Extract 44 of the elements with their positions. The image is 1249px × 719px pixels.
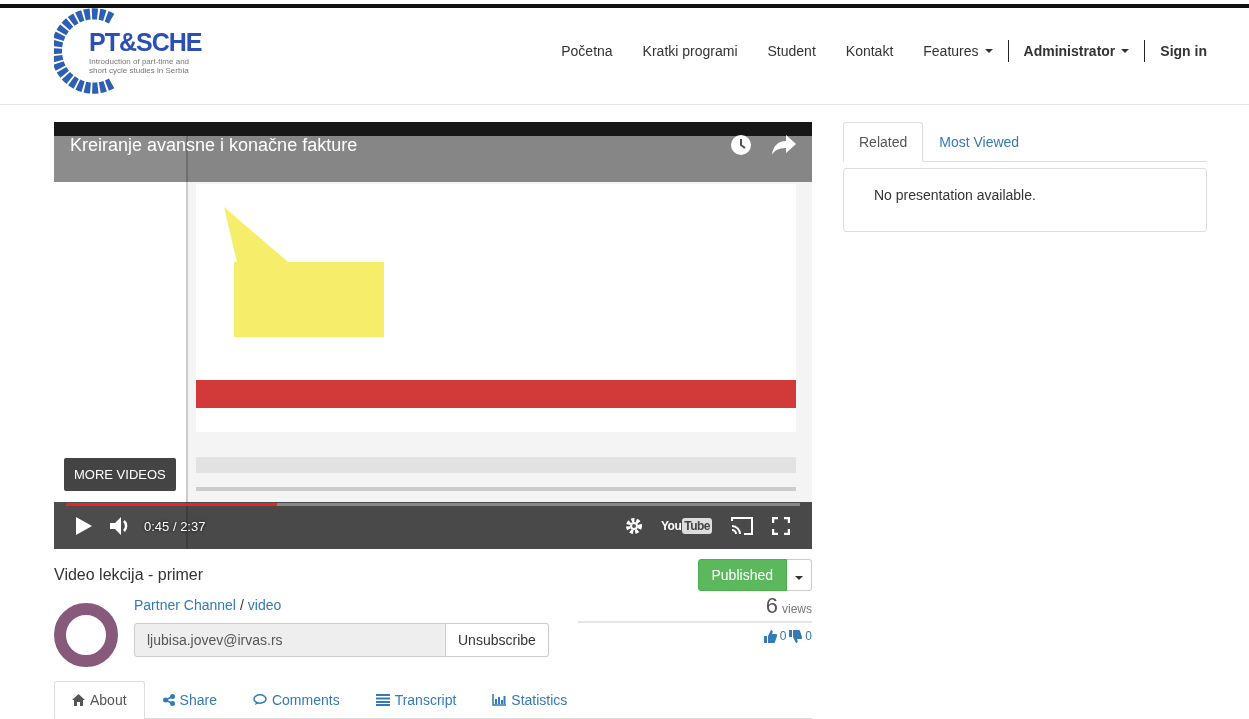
cast-icon[interactable]: [730, 516, 754, 536]
status-dropdown-button[interactable]: [787, 559, 812, 591]
tab[interactable]: About: [54, 681, 145, 719]
dislike-count: 0: [805, 629, 812, 643]
view-count: 6: [765, 593, 778, 618]
empty-message: No presentation available.: [874, 187, 1036, 203]
channel-avatar: [54, 603, 118, 667]
settings-icon[interactable]: [624, 517, 643, 535]
nav-link[interactable]: Features: [908, 43, 1008, 59]
thumbs-down-icon[interactable]: [789, 629, 803, 643]
unsubscribe-button[interactable]: Unsubscribe: [446, 623, 549, 657]
nav-link[interactable]: Početna: [546, 43, 628, 59]
nav-link[interactable]: Sign in: [1145, 43, 1208, 59]
tab[interactable]: Comments: [234, 681, 358, 719]
list-icon: [375, 694, 390, 706]
nav-link[interactable]: Student: [752, 43, 831, 59]
tab[interactable]: Share: [144, 681, 235, 719]
lesson-title: Video lekcija - primer: [54, 566, 204, 584]
views-label: views: [782, 602, 812, 616]
email-field[interactable]: ljubisa.jovev@irvas.rs: [134, 623, 446, 657]
nav-link[interactable]: Kratki programi: [627, 43, 753, 59]
clock-icon[interactable]: [730, 134, 752, 156]
tab[interactable]: Statistics: [474, 681, 586, 719]
fullscreen-icon[interactable]: [772, 517, 790, 535]
category-link[interactable]: video: [247, 597, 282, 613]
share-icon: [162, 694, 175, 706]
side-tab[interactable]: Related: [843, 122, 924, 162]
video-time: 0:45 / 2:37: [144, 518, 206, 534]
share-arrow-icon[interactable]: [772, 135, 796, 155]
like-count: 0: [779, 629, 787, 643]
play-icon[interactable]: [76, 517, 92, 535]
logo-tagline: Introduction of part-time and short cycle studies in Serbia: [89, 56, 191, 75]
more-videos-button[interactable]: MORE VIDEOS: [64, 458, 176, 491]
bar-chart-icon: [492, 694, 507, 706]
channel-link[interactable]: Partner Channel: [134, 597, 236, 613]
side-tab[interactable]: Most Viewed: [923, 122, 1036, 162]
tab[interactable]: Transcript: [357, 681, 475, 719]
thumbs-up-icon[interactable]: [763, 629, 777, 643]
comment-icon: [252, 694, 267, 706]
breadcrumb-separator: /: [239, 597, 244, 613]
nav-link[interactable]: Administrator: [1008, 43, 1145, 59]
nav-link[interactable]: Kontakt: [830, 43, 909, 59]
home-icon: [72, 694, 85, 706]
logo-name: PT&SCHE: [89, 27, 203, 57]
